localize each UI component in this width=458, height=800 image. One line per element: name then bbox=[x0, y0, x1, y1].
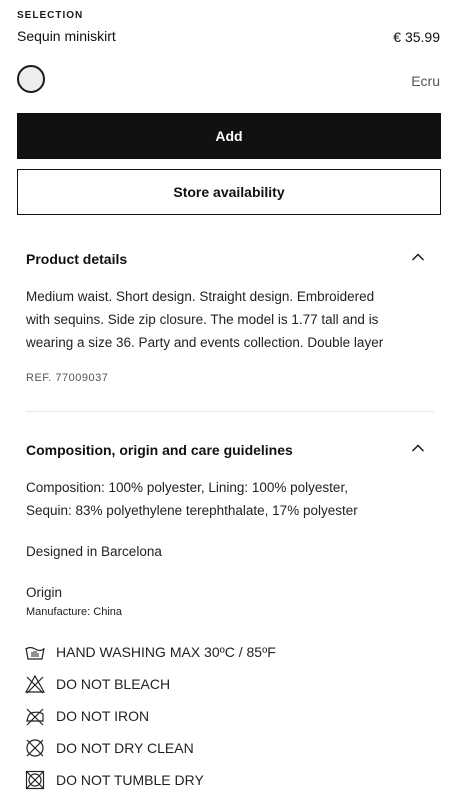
description-line: wearing a size 36. Party and events coll… bbox=[26, 335, 384, 350]
description-line: with sequins. Side zip closure. The mode… bbox=[26, 312, 379, 327]
origin-label: Origin bbox=[26, 585, 63, 600]
store-availability-button[interactable]: Store availability bbox=[17, 169, 441, 215]
care-row: DO NOT IRON bbox=[24, 705, 149, 727]
no-dry-clean-icon bbox=[26, 739, 44, 757]
color-name: Ecru bbox=[411, 73, 440, 89]
description-line: Medium waist. Short design. Straight des… bbox=[26, 289, 375, 304]
designed-in: Designed in Barcelona bbox=[26, 544, 162, 559]
color-swatch[interactable] bbox=[17, 65, 45, 93]
manufacture: Manufacture: China bbox=[26, 606, 122, 618]
care-row: DO NOT BLEACH bbox=[24, 673, 170, 695]
composition-text: Composition: 100% polyester, Lining: 100… bbox=[26, 476, 434, 522]
no-iron-icon bbox=[26, 708, 44, 726]
care-row: DO NOT DRY CLEAN bbox=[24, 737, 194, 759]
care-row: DO NOT TUMBLE DRY bbox=[24, 769, 204, 791]
chevron-up-icon[interactable] bbox=[411, 250, 425, 269]
chevron-up-icon[interactable] bbox=[411, 441, 425, 460]
care-label: DO NOT TUMBLE DRY bbox=[56, 772, 204, 788]
selection-eyebrow: SELECTION bbox=[17, 10, 84, 21]
care-label: DO NOT BLEACH bbox=[56, 676, 171, 692]
product-price: € 35.99 bbox=[393, 29, 440, 45]
care-label: DO NOT DRY CLEAN bbox=[56, 740, 194, 756]
care-label: HAND WASHING MAX 30ºC / 85ºF bbox=[56, 644, 276, 660]
composition-line: Sequin: 83% polyethylene terephthalate, … bbox=[26, 503, 358, 518]
no-bleach-icon bbox=[24, 674, 46, 694]
hand-wash-icon bbox=[25, 646, 45, 660]
product-description: Medium waist. Short design. Straight des… bbox=[26, 285, 434, 354]
product-ref: REF. 77009037 bbox=[26, 372, 109, 384]
composition-line: Composition: 100% polyester, Lining: 100… bbox=[26, 480, 348, 495]
section-divider bbox=[26, 411, 434, 412]
composition-title[interactable]: Composition, origin and care guidelines bbox=[26, 442, 293, 458]
product-details-title[interactable]: Product details bbox=[26, 251, 127, 267]
add-button[interactable]: Add bbox=[17, 113, 441, 159]
no-tumble-dry-icon bbox=[25, 770, 45, 790]
product-name: Sequin miniskirt bbox=[17, 28, 116, 44]
care-label: DO NOT IRON bbox=[56, 708, 150, 724]
care-row: HAND WASHING MAX 30ºC / 85ºF bbox=[24, 641, 276, 663]
